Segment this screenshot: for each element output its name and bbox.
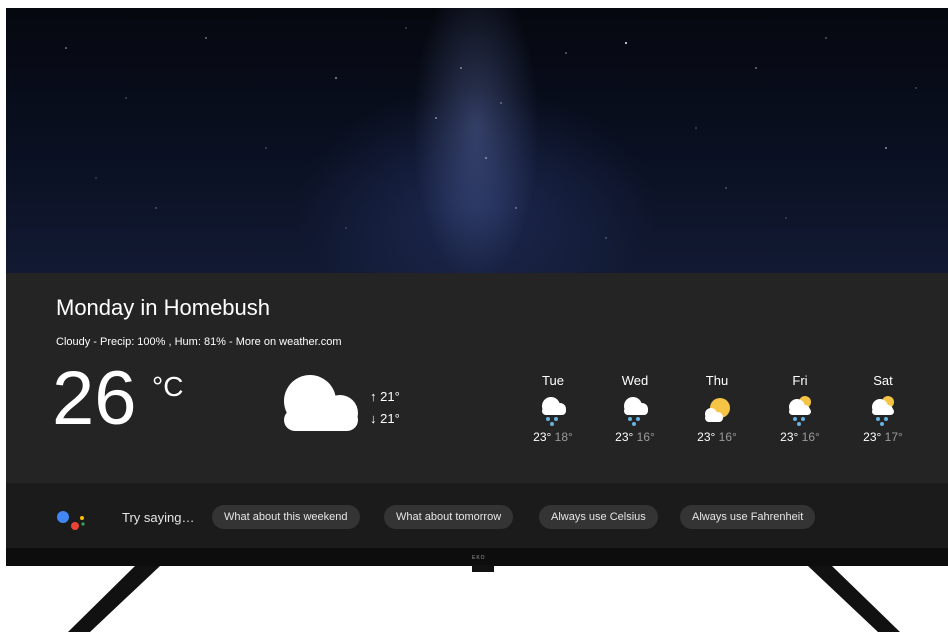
google-assistant-icon [57, 511, 85, 530]
suggestion-chip-celsius[interactable]: Always use Celsius [539, 505, 658, 529]
forecast-temps: 23° 17° [848, 430, 918, 444]
forecast-temps: 23° 16° [600, 430, 670, 444]
suggestion-chip-fahrenheit[interactable]: Always use Fahrenheit [680, 505, 816, 529]
current-temperature: 26 [52, 356, 137, 441]
tv-stand-legs [68, 566, 900, 632]
today-low: ↓ 21° [370, 411, 400, 426]
forecast-low: 16° [636, 430, 655, 444]
temperature-unit: °C [152, 371, 184, 402]
forecast-day[interactable]: Thu 23° 16° [682, 373, 752, 444]
weather-subtitle[interactable]: Cloudy - Precip: 100% , Hum: 81% - More … [56, 336, 342, 348]
forecast-day-name: Fri [792, 373, 808, 388]
forecast-day[interactable]: Wed 23° 16° [600, 373, 670, 444]
stars [65, 27, 917, 239]
tv-screen: Monday in Homebush Cloudy - Precip: 100%… [6, 8, 948, 553]
forecast-day-name: Wed [621, 373, 649, 388]
forecast-temps: 23° 18° [518, 430, 588, 444]
forecast-high: 23° [780, 430, 799, 444]
forecast-temps: 23° 16° [682, 430, 752, 444]
forecast-day[interactable]: Sat 23° 17° [848, 373, 918, 444]
suggestion-chip-weekend[interactable]: What about this weekend [212, 505, 360, 529]
today-high: ↑ 21° [370, 389, 400, 404]
forecast-day[interactable]: Fri 23° 16° [765, 373, 835, 444]
forecast-low: 18° [554, 430, 573, 444]
snow-sun-cloud-icon [789, 396, 811, 426]
left-stand-leg [68, 566, 160, 632]
forecast-temps: 23° 16° [765, 430, 835, 444]
forecast-day-name: Thu [705, 373, 729, 388]
forecast-day[interactable]: Tue 23° 18° [518, 373, 588, 444]
forecast-day-name: Tue [542, 373, 564, 388]
forecast-high: 23° [615, 430, 634, 444]
forecast-high: 23° [533, 430, 552, 444]
forecast-day-name: Sat [873, 373, 893, 388]
snow-sun-cloud-icon [872, 396, 894, 426]
assistant-suggestion-bar: Try saying… What about this weekend What… [6, 483, 948, 551]
suggestion-chip-tomorrow[interactable]: What about tomorrow [384, 505, 514, 529]
tv-brand-logo: EKO [472, 555, 486, 561]
forecast-low: 17° [884, 430, 903, 444]
try-saying-label: Try saying… [122, 510, 195, 525]
right-stand-leg [808, 566, 900, 632]
forecast-low: 16° [801, 430, 820, 444]
snow-cloud-icon [542, 397, 566, 426]
cloud-icon [284, 375, 358, 431]
weather-card: Monday in Homebush Cloudy - Precip: 100%… [6, 273, 948, 483]
forecast-low: 16° [718, 430, 737, 444]
weather-title: Monday in Homebush [56, 295, 271, 320]
forecast-high: 23° [697, 430, 716, 444]
forecast-high: 23° [863, 430, 882, 444]
snow-cloud-icon [624, 397, 648, 426]
starry-sky-background [6, 8, 948, 273]
partly-cloudy-sun-icon [705, 398, 730, 422]
